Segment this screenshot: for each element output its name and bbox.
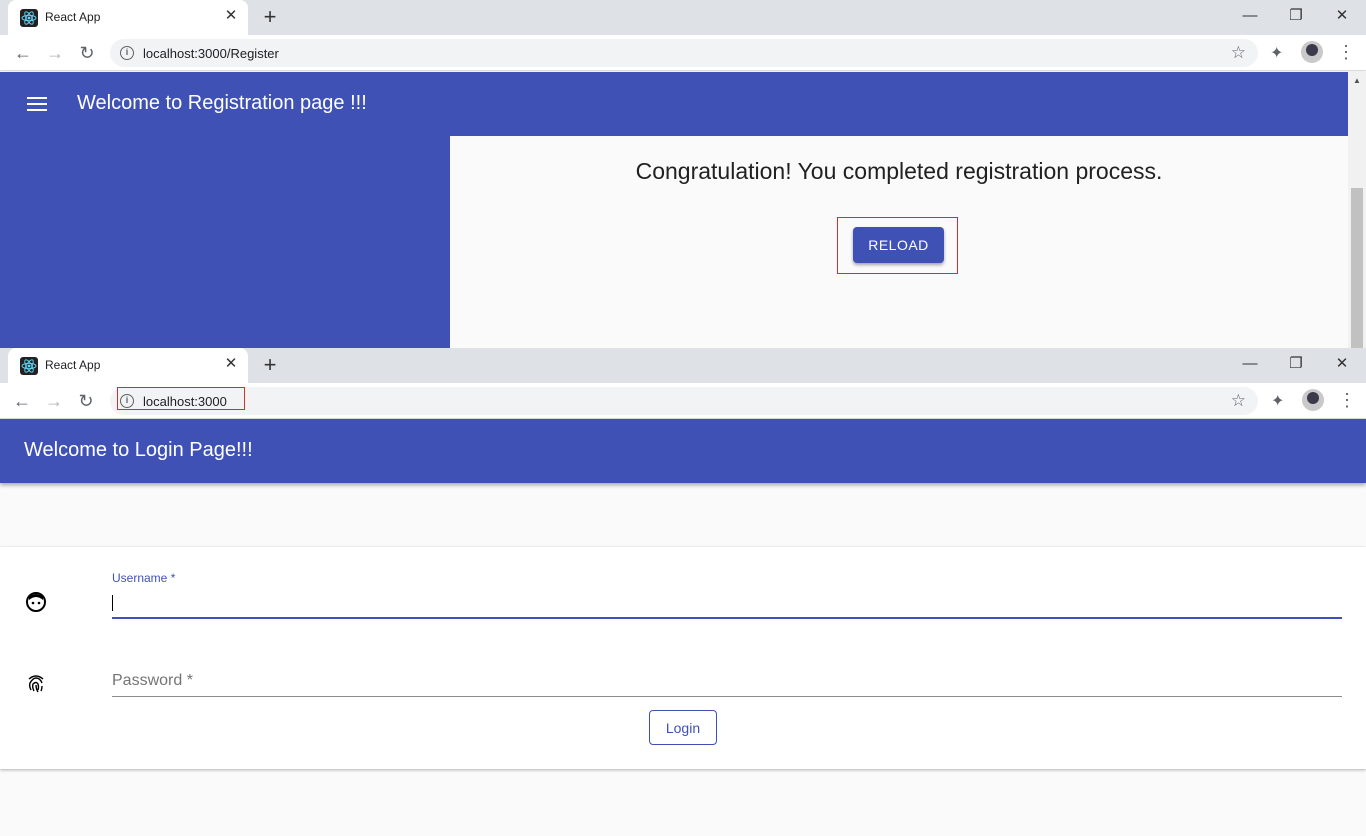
- scroll-up-icon[interactable]: ▲: [1353, 76, 1361, 85]
- page-title: Welcome to Registration page !!!: [77, 92, 367, 114]
- react-icon: [20, 9, 38, 27]
- login-card: Username * Login: [0, 547, 1366, 769]
- star-icon[interactable]: ☆: [1231, 391, 1246, 411]
- browser-toolbar: ← → ↻ i localhost:3000 ☆ ✦ ⋮: [0, 383, 1366, 419]
- url-text: localhost:3000/Register: [143, 46, 279, 61]
- app-bar: Welcome to Login Page!!!: [0, 419, 1366, 483]
- extensions-icon[interactable]: ✦: [1270, 43, 1283, 63]
- back-icon[interactable]: ←: [10, 40, 36, 66]
- username-input[interactable]: [112, 588, 1342, 616]
- menu-icon[interactable]: [27, 97, 47, 111]
- close-window-button[interactable]: ✕: [1319, 4, 1365, 28]
- restore-button[interactable]: ❐: [1273, 4, 1319, 28]
- face-icon: [25, 591, 47, 613]
- tab-strip: React App ✕ + — ❐ ✕: [0, 348, 1366, 383]
- text-caret: [112, 595, 113, 611]
- extensions-icon[interactable]: ✦: [1271, 391, 1284, 411]
- fingerprint-icon: [25, 672, 47, 694]
- new-tab-button[interactable]: +: [258, 5, 282, 29]
- registration-content: Congratulation! You completed registrati…: [450, 136, 1348, 348]
- close-tab-icon[interactable]: ✕: [222, 7, 240, 25]
- address-bar[interactable]: i localhost:3000/Register ☆: [110, 39, 1258, 67]
- restore-button[interactable]: ❐: [1273, 352, 1319, 376]
- scrollbar-thumb[interactable]: [1351, 188, 1363, 348]
- tab-title: React App: [45, 10, 101, 24]
- page-title: Welcome to Login Page!!!: [24, 439, 253, 461]
- annotation-box: [117, 387, 245, 410]
- app-bar: Welcome to Registration page !!!: [0, 72, 1366, 136]
- reload-icon[interactable]: ↻: [73, 388, 99, 414]
- profile-avatar[interactable]: [1302, 389, 1324, 411]
- close-window-button[interactable]: ✕: [1319, 352, 1365, 376]
- reload-icon[interactable]: ↻: [74, 40, 100, 66]
- browser-tab[interactable]: React App ✕: [8, 0, 248, 35]
- reload-button[interactable]: RELOAD: [853, 227, 944, 263]
- login-browser-window: React App ✕ + — ❐ ✕ ← → ↻ i localhost:30…: [0, 348, 1366, 836]
- more-menu-icon[interactable]: ⋮: [1337, 41, 1355, 63]
- info-icon[interactable]: i: [120, 46, 134, 60]
- password-underline: [112, 696, 1342, 697]
- address-bar[interactable]: i localhost:3000 ☆: [110, 387, 1258, 415]
- browser-toolbar: ← → ↻ i localhost:3000/Register ☆ ✦ ⋮: [0, 35, 1366, 71]
- browser-tab[interactable]: React App ✕: [8, 348, 248, 383]
- new-tab-button[interactable]: +: [258, 353, 282, 377]
- success-message: Congratulation! You completed registrati…: [635, 158, 1163, 184]
- username-underline: [112, 617, 1342, 619]
- password-input[interactable]: [112, 667, 1342, 695]
- tab-title: React App: [45, 358, 101, 372]
- login-button[interactable]: Login: [649, 710, 717, 745]
- minimize-button[interactable]: —: [1227, 352, 1273, 376]
- profile-avatar[interactable]: [1301, 41, 1323, 63]
- side-drawer: [0, 136, 450, 348]
- react-icon: [20, 357, 38, 375]
- close-tab-icon[interactable]: ✕: [222, 355, 240, 373]
- forward-icon[interactable]: →: [41, 388, 67, 414]
- registration-browser-window: React App ✕ + — ❐ ✕ ← → ↻ i localhost:30…: [0, 0, 1366, 348]
- username-label: Username *: [112, 571, 176, 585]
- scrollbar[interactable]: ▲: [1348, 72, 1366, 348]
- more-menu-icon[interactable]: ⋮: [1338, 389, 1356, 411]
- forward-icon[interactable]: →: [42, 40, 68, 66]
- minimize-button[interactable]: —: [1227, 4, 1273, 28]
- back-icon[interactable]: ←: [9, 388, 35, 414]
- star-icon[interactable]: ☆: [1231, 43, 1246, 63]
- tab-strip: React App ✕ + — ❐ ✕: [0, 0, 1366, 35]
